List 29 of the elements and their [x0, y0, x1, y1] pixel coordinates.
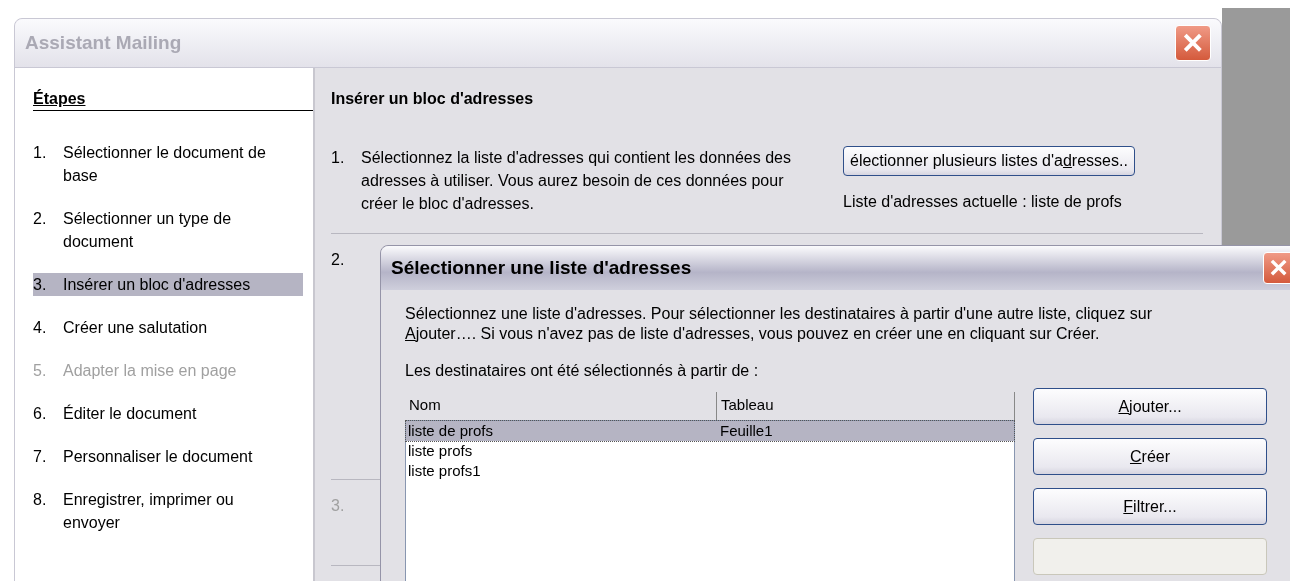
- dialog-button[interactable]: Filtrer...: [1033, 488, 1267, 525]
- source-label: Les destinataires ont été sélectionnés à partir de :: [405, 362, 760, 380]
- step-item[interactable]: 4. Créer une salutation: [33, 316, 303, 339]
- current-list-label: Liste d'adresses actuelle : liste de profs: [843, 192, 1122, 212]
- step-item[interactable]: 2. Sélectionner un type de document: [33, 207, 303, 253]
- step-item[interactable]: 1. Sélectionner le document de base: [33, 141, 303, 187]
- step-item[interactable]: 7. Personnaliser le document: [33, 445, 303, 468]
- step-number: 3.: [331, 496, 346, 516]
- step-item[interactable]: 3. Insérer un bloc d'adresses: [33, 273, 303, 296]
- dialog-title: Sélectionner une liste d'adresses: [391, 257, 692, 279]
- dialog-button[interactable]: Ajouter...: [1033, 388, 1267, 425]
- close-button[interactable]: [1175, 25, 1211, 61]
- close-icon: [1269, 258, 1289, 278]
- step-item[interactable]: 6. Éditer le document: [33, 402, 303, 425]
- list-row[interactable]: liste profs: [406, 441, 1014, 461]
- close-icon: [1182, 32, 1204, 54]
- list-row[interactable]: liste profs1: [406, 461, 1014, 481]
- step-number: 1.: [331, 148, 346, 168]
- step-number: 2.: [331, 250, 346, 270]
- window-title: Assistant Mailing: [25, 32, 182, 54]
- dialog-button[interactable]: Créer: [1033, 438, 1267, 475]
- select-lists-button[interactable]: électionner plusieurs listes d'adresses..: [843, 146, 1135, 176]
- sidebar-heading: Étapes: [33, 90, 313, 111]
- step-item[interactable]: 8. Enregistrer, imprimer ou envoyer: [33, 488, 303, 534]
- dialog-instructions: Sélectionnez une liste d'adresses. Pour sélectionner les destinataires à partir d'une autre liste, cliquez sur Ajouter…. Si vous n'avez pas de liste d'adresses, vous pouvez en créer une en cliquant sur Créer.: [405, 304, 1153, 344]
- list-row[interactable]: liste de profs Feuille1: [406, 421, 1014, 441]
- close-button[interactable]: [1263, 252, 1290, 284]
- step-description: Sélectionnez la liste d'adresses qui contient les données des adresses à utiliser. Vous aurez besoin de ces données pour créer le bloc d'adresses.: [361, 148, 791, 214]
- section-heading: Insérer un bloc d'adresses: [331, 90, 535, 108]
